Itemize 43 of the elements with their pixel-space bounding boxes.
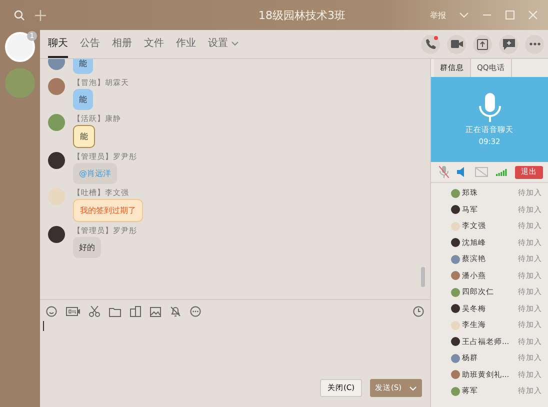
tab[interactable]: 公告 <box>80 30 100 58</box>
tab[interactable]: 设置 <box>208 30 239 58</box>
more-icon <box>528 42 540 46</box>
tab[interactable]: 文件 <box>144 30 164 58</box>
tab[interactable]: 相册 <box>112 30 132 58</box>
message-bubble: 好的 <box>73 237 101 258</box>
phone-icon <box>424 38 436 50</box>
upload-box-icon <box>477 38 488 50</box>
screen-share-button[interactable] <box>473 34 492 54</box>
mic-muted-icon[interactable] <box>439 166 449 178</box>
user-avatar[interactable] <box>48 152 65 169</box>
gif-icon[interactable] <box>66 307 80 316</box>
phone-button[interactable] <box>421 34 440 54</box>
microphone-icon <box>478 93 500 123</box>
bell-off-icon[interactable] <box>170 306 181 317</box>
history-clock-icon[interactable] <box>413 306 424 317</box>
image-icon[interactable] <box>150 306 161 316</box>
emoji-icon[interactable] <box>46 306 57 317</box>
more-icon[interactable] <box>190 306 201 317</box>
maximize-icon[interactable] <box>505 10 515 20</box>
message-bubble: @肖远洋 <box>73 163 117 184</box>
window-title: 18级园林技术3班 <box>258 8 346 22</box>
tab[interactable]: 作业 <box>176 30 196 58</box>
plus-icon[interactable] <box>35 10 46 20</box>
user-avatar[interactable] <box>48 226 65 243</box>
close-icon[interactable] <box>528 10 538 20</box>
screenshot-icon[interactable] <box>130 306 141 317</box>
message-bubble: 我的签到过期了 <box>73 199 143 222</box>
message-bubble: 能 <box>73 59 93 74</box>
chevron-down-icon[interactable] <box>459 12 469 18</box>
message-add-button[interactable] <box>499 34 518 54</box>
video-button[interactable] <box>447 34 466 54</box>
video-camera-icon <box>450 39 462 49</box>
scrollbar-thumb[interactable] <box>421 267 425 287</box>
message-bubble: 能 <box>73 89 93 110</box>
speaker-icon[interactable] <box>457 167 467 177</box>
message-bubble: 能 <box>73 125 95 148</box>
chat-plus-icon <box>502 38 514 50</box>
more-button[interactable] <box>525 34 544 54</box>
search-icon[interactable] <box>14 10 25 20</box>
scissors-icon[interactable] <box>89 306 100 317</box>
folder-icon[interactable] <box>109 306 121 316</box>
signal-icon <box>496 168 507 176</box>
